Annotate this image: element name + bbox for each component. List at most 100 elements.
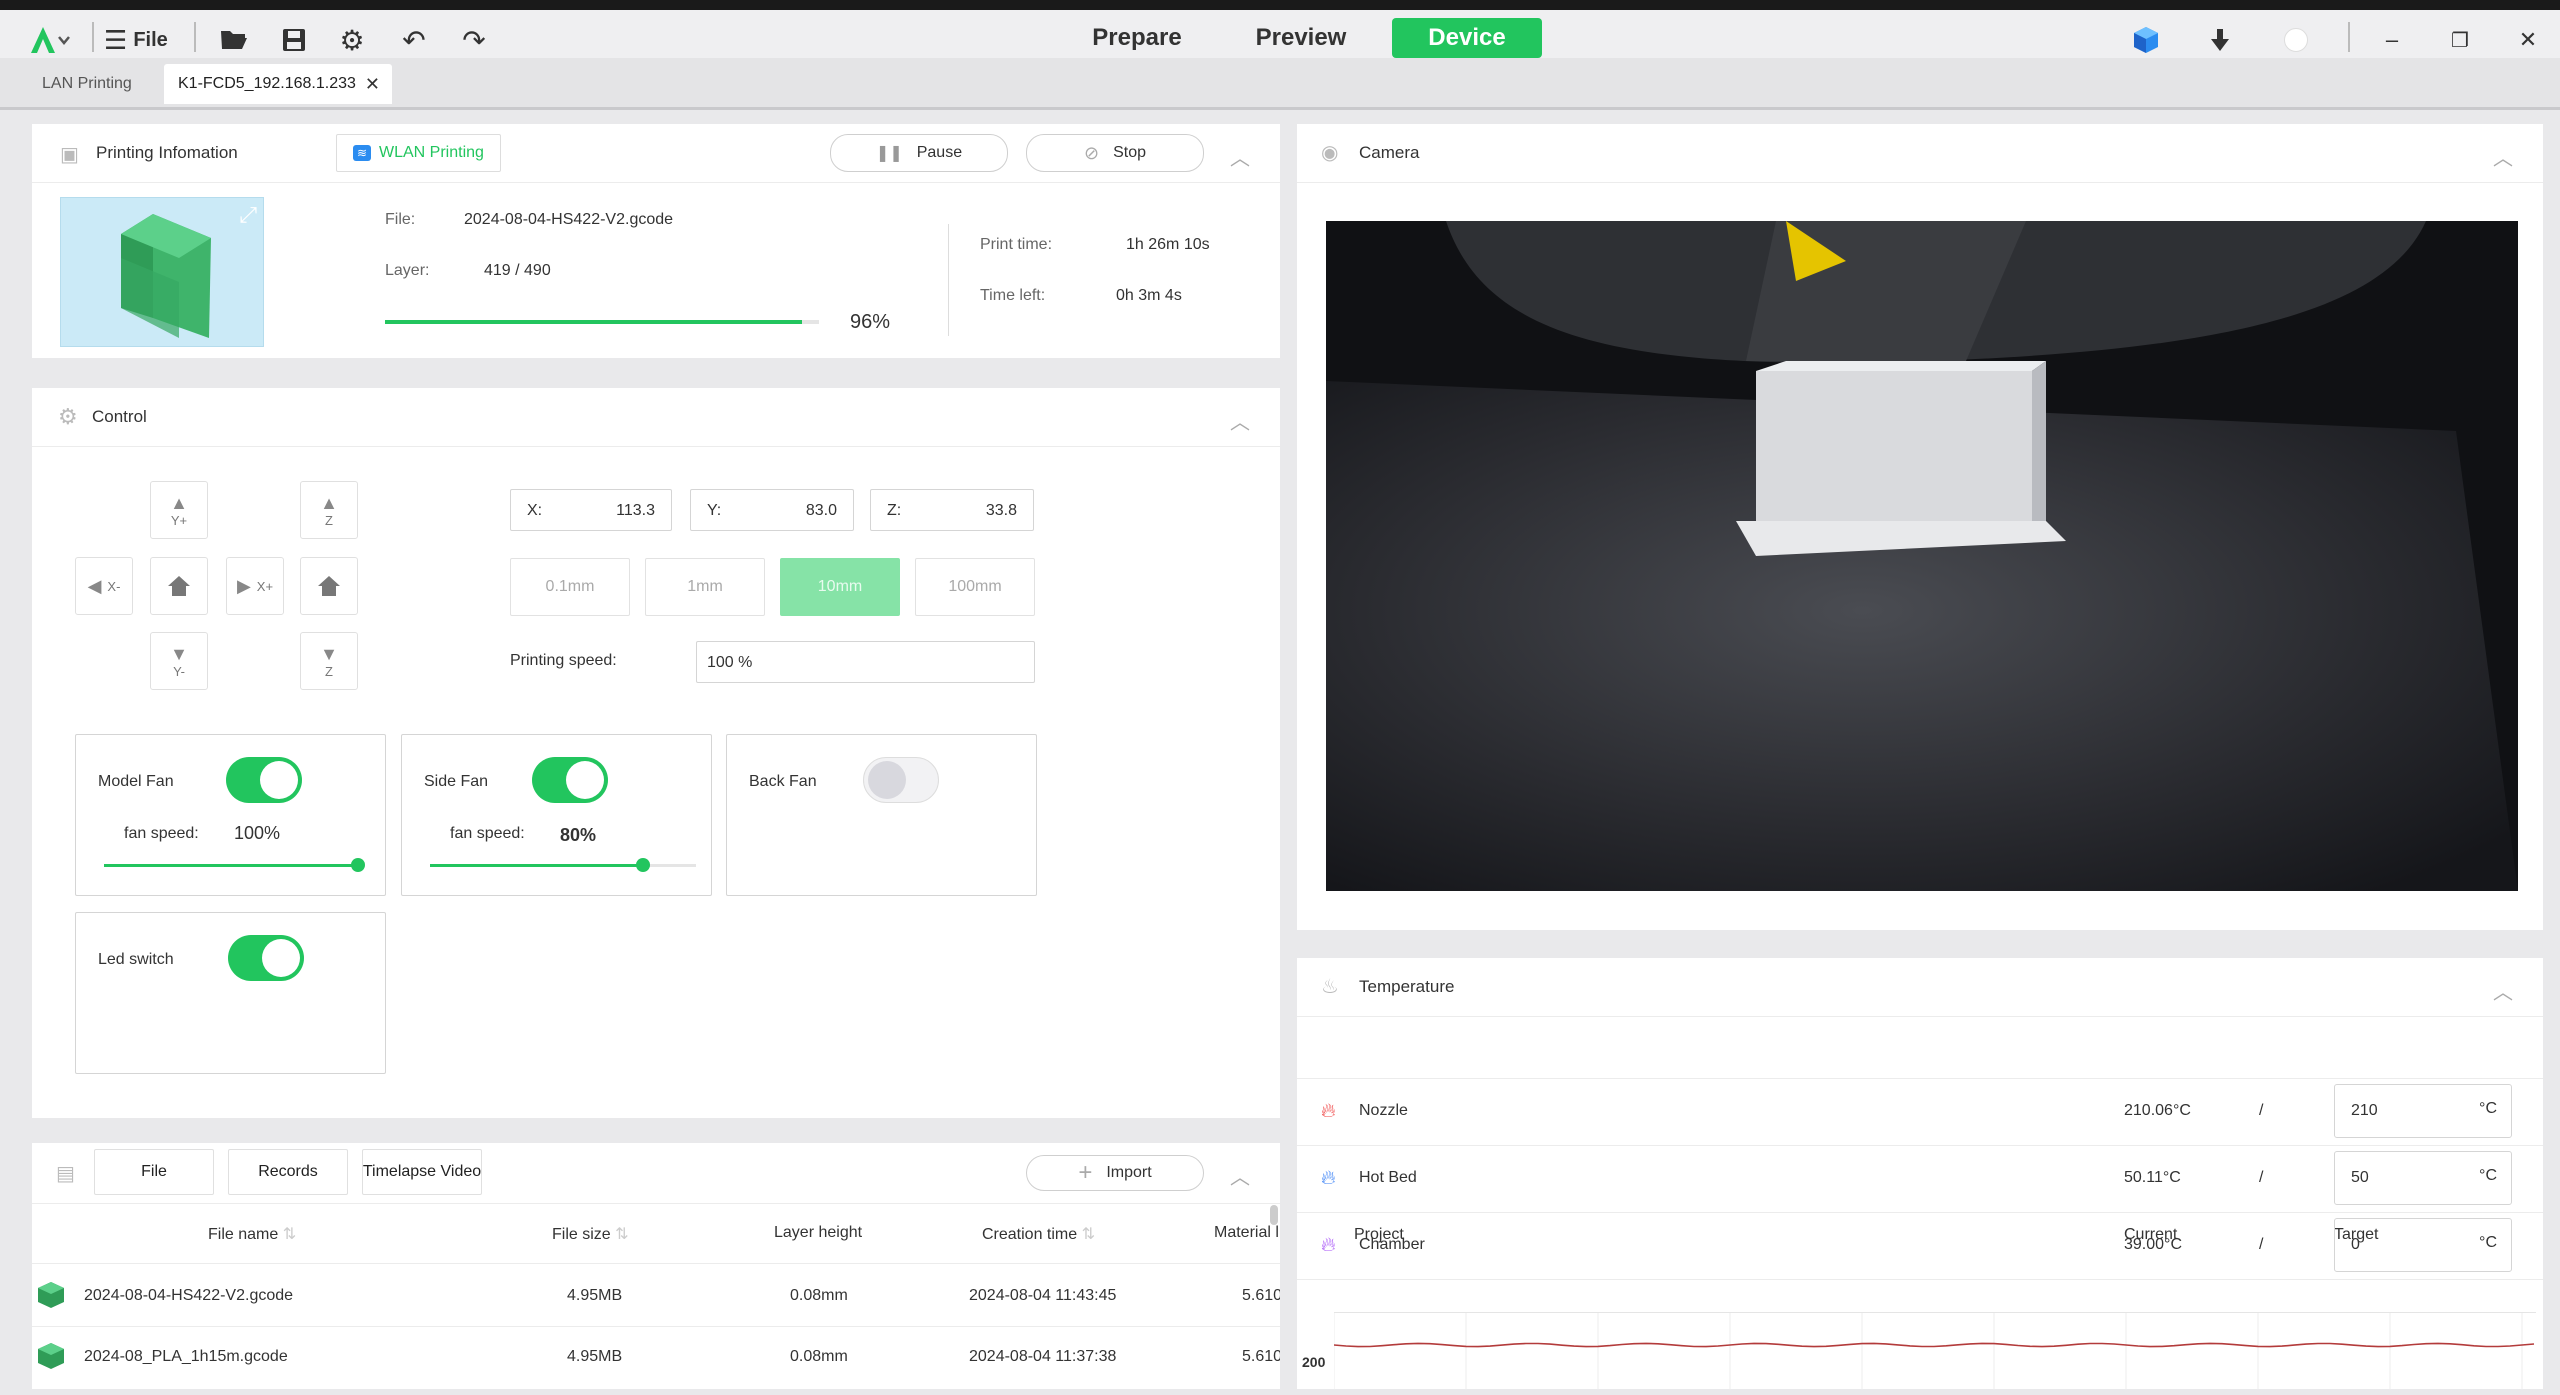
file-name-cell: 2024-08-04-HS422-V2.gcode <box>84 1287 294 1304</box>
jog-y-plus-button[interactable]: ▲ Y+ <box>150 481 208 539</box>
printing-speed-input[interactable]: 100 % <box>696 641 1035 683</box>
tab-lan-printing[interactable]: LAN Printing <box>28 64 146 104</box>
import-button[interactable]: + Import <box>1026 1155 1204 1191</box>
minimize-icon[interactable]: – <box>2374 22 2410 58</box>
tab-device[interactable]: Device <box>1392 18 1542 58</box>
target-temp-input[interactable]: 50 °C <box>2334 1151 2512 1205</box>
arrow-left-icon: ◀ <box>87 576 102 596</box>
model-fan-slider[interactable] <box>104 858 365 872</box>
tab-prepare[interactable]: Prepare <box>1082 18 1192 58</box>
control-title: Control <box>92 407 147 426</box>
save-icon[interactable] <box>276 22 312 58</box>
expand-icon[interactable]: ⤢ <box>239 202 257 228</box>
app-logo-icon[interactable] <box>26 22 72 58</box>
tab-k1-device[interactable]: K1-FCD5_192.168.1.233 ✕ <box>164 64 392 104</box>
gcode-file-icon <box>36 1341 66 1376</box>
collapse-chevron-icon[interactable]: ︿ <box>1230 142 1250 171</box>
step-100mm-button[interactable]: 100mm <box>915 558 1035 616</box>
separator: / <box>2259 1236 2264 1253</box>
layer-value: 419 / 490 <box>484 262 551 279</box>
open-folder-icon[interactable] <box>216 22 252 58</box>
files-tab-timelapse[interactable]: Timelapse Video <box>362 1149 482 1195</box>
model-store-icon[interactable] <box>2128 22 2164 58</box>
jog-x-minus-button[interactable]: ◀ X- <box>75 557 133 615</box>
printing-info-panel: ▣ Printing Infomation ≋ WLAN Printing ❚❚… <box>32 124 1280 358</box>
creation-time-cell: 2024-08-04 11:43:45 <box>969 1287 1117 1304</box>
download-icon[interactable] <box>2202 22 2238 58</box>
files-tab-file[interactable]: File <box>94 1149 214 1195</box>
back-fan-toggle[interactable] <box>863 757 939 803</box>
gcode-file-icon <box>36 1280 66 1315</box>
file-size-cell: 4.95MB <box>567 1348 623 1365</box>
model-fan-toggle[interactable] <box>226 757 302 803</box>
files-panel: ▤ File Records Timelapse Video + Import … <box>32 1143 1280 1389</box>
layer-height-cell: 0.08mm <box>790 1348 848 1365</box>
close-window-icon[interactable]: ✕ <box>2510 22 2546 58</box>
undo-icon[interactable]: ↶ <box>396 22 432 58</box>
col-material: Material l <box>1214 1224 1279 1241</box>
x-coordinate-field: X: 113.3 <box>510 489 672 531</box>
current-temp: 39.00°C <box>2124 1236 2182 1253</box>
collapse-chevron-icon[interactable]: ︿ <box>2493 976 2513 1005</box>
pause-button[interactable]: ❚❚ Pause <box>830 134 1008 172</box>
redo-icon[interactable]: ↷ <box>456 22 492 58</box>
side-fan-toggle[interactable] <box>532 757 608 803</box>
print-info-icon: ▣ <box>60 144 79 166</box>
target-temp-input[interactable]: 0 °C <box>2334 1218 2512 1272</box>
collapse-chevron-icon[interactable]: ︿ <box>2493 142 2513 171</box>
col-file-name[interactable]: File name ⇅ <box>208 1224 296 1244</box>
y-label: Y: <box>707 502 722 519</box>
home-xy-button[interactable] <box>150 557 208 615</box>
jog-z-down-button[interactable]: ▼ Z <box>300 632 358 690</box>
jog-x-plus-button[interactable]: ▶ X+ <box>226 557 284 615</box>
stop-button[interactable]: ⊘ Stop <box>1026 134 1204 172</box>
settings-gear-icon[interactable]: ⚙ <box>334 22 370 58</box>
table-row[interactable]: 2024-08_PLA_1h15m.gcode 4.95MB 0.08mm 20… <box>32 1327 1280 1389</box>
wifi-icon: ≋ <box>353 145 371 161</box>
collapse-chevron-icon[interactable]: ︿ <box>1230 1161 1250 1190</box>
material-cell: 5.610 <box>1242 1287 1280 1304</box>
file-label: File: <box>385 211 416 228</box>
side-fan-slider[interactable] <box>430 858 696 872</box>
step-0-1mm-button[interactable]: 0.1mm <box>510 558 630 616</box>
table-row[interactable]: 2024-08-04-HS422-V2.gcode 4.95MB 0.08mm … <box>32 1264 1280 1326</box>
col-file-size[interactable]: File size ⇅ <box>552 1224 629 1244</box>
separator: / <box>2259 1169 2264 1186</box>
chart-tick-label: 200 <box>1302 1354 1326 1370</box>
wlan-printing-badge[interactable]: ≋ WLAN Printing <box>336 134 501 172</box>
jog-x-minus-label: X- <box>107 578 121 594</box>
print-time-value: 1h 26m 10s <box>1126 236 1210 253</box>
user-avatar-icon[interactable] <box>2278 22 2314 58</box>
step-1mm-button[interactable]: 1mm <box>645 558 765 616</box>
progress-fill <box>385 320 802 324</box>
import-label: Import <box>1106 1164 1152 1181</box>
led-switch-label: Led switch <box>98 951 174 968</box>
file-menu-button[interactable]: ☰ File <box>104 22 168 58</box>
home-z-button[interactable] <box>300 557 358 615</box>
z-value: 33.8 <box>985 502 1017 519</box>
led-toggle[interactable] <box>228 935 304 981</box>
close-tab-icon[interactable]: ✕ <box>365 74 380 95</box>
files-tab-records[interactable]: Records <box>228 1149 348 1195</box>
jog-y-minus-label: Y- <box>173 663 185 679</box>
camera-panel: ◉ Camera ︿ <box>1297 124 2543 930</box>
jog-z-up-button[interactable]: ▲ Z <box>300 481 358 539</box>
target-temp-input[interactable]: 210 °C <box>2334 1084 2512 1138</box>
step-10mm-button[interactable]: 10mm <box>780 558 900 616</box>
file-menu-label: File <box>133 28 168 51</box>
separator: / <box>2259 1102 2264 1119</box>
col-creation-time[interactable]: Creation time ⇅ <box>982 1224 1095 1244</box>
side-fan-card: Side Fan fan speed: 80% <box>401 734 712 896</box>
jog-y-minus-button[interactable]: ▼ Y- <box>150 632 208 690</box>
z-label: Z: <box>887 502 902 519</box>
divider <box>1297 1279 2543 1280</box>
pause-icon: ❚❚ <box>875 145 903 162</box>
file-value: 2024-08-04-HS422-V2.gcode <box>464 211 674 228</box>
flame-icon: 🔥︎ <box>1321 1167 1336 1189</box>
back-fan-card: Back Fan <box>726 734 1037 896</box>
jog-y-plus-label: Y+ <box>170 512 188 528</box>
tab-preview[interactable]: Preview <box>1246 18 1356 58</box>
scrollbar-thumb[interactable] <box>1270 1205 1278 1225</box>
collapse-chevron-icon[interactable]: ︿ <box>1230 406 1250 435</box>
restore-window-icon[interactable]: ❐ <box>2442 22 2478 58</box>
